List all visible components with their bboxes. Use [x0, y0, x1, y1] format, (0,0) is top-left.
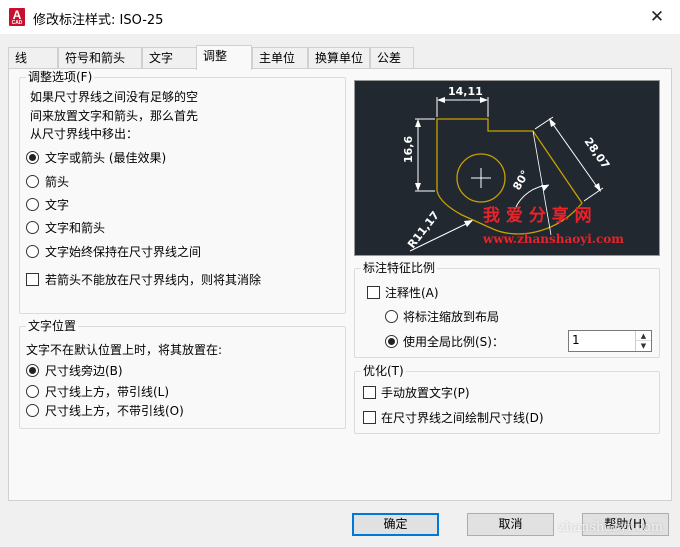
tab-text[interactable]: 文字: [142, 47, 198, 69]
radio-scale-to-layout[interactable]: [385, 310, 398, 323]
fit-options-legend: 调整选项(F): [26, 69, 95, 85]
dimension-preview: 14,11 16,6 28,07 80° R11,17 我 爱 分 享 网 ww…: [354, 80, 660, 256]
manual-place-text-checkbox[interactable]: [363, 386, 376, 399]
radio-text[interactable]: [26, 198, 39, 211]
preview-arrow-top-left: [437, 97, 445, 103]
radio-over-with-leader[interactable]: [26, 385, 39, 398]
radio-beside-dim-line-label[interactable]: 尺寸线旁边(B): [45, 363, 123, 379]
radio-scale-to-layout-label[interactable]: 将标注缩放到布局: [403, 309, 499, 325]
preview-arrow-left-bottom: [415, 183, 421, 191]
preview-watermark-cn: 我 爱 分 享 网: [483, 205, 592, 226]
radio-arrows-label[interactable]: 箭头: [45, 174, 69, 190]
preview-drawing: 14,11 16,6 28,07 80° R11,17 我 爱 分 享 网 ww…: [402, 85, 624, 252]
title-bar: A CAD 修改标注样式: ISO-25 ✕: [0, 0, 680, 34]
preview-arrow-angle: [541, 185, 549, 191]
radio-always-keep-text-label[interactable]: 文字始终保持在尺寸界线之间: [45, 244, 201, 260]
tab-alternate-units[interactable]: 换算单位: [308, 47, 370, 69]
suppress-arrows-checkbox[interactable]: [26, 273, 39, 286]
radio-over-without-leader[interactable]: [26, 404, 39, 417]
close-button[interactable]: ✕: [634, 0, 680, 34]
text-placement-legend: 文字位置: [26, 318, 79, 334]
radio-both-text-and-arrows[interactable]: [26, 221, 39, 234]
global-scale-value[interactable]: 1: [572, 333, 580, 347]
preview-watermark-url: www.zhanshaoyi.com: [482, 232, 624, 246]
preview-dim-angle: 80°: [510, 168, 532, 193]
ok-button[interactable]: 确定: [352, 513, 439, 536]
radio-over-without-leader-label[interactable]: 尺寸线上方，不带引线(O): [45, 403, 184, 419]
radio-arrows[interactable]: [26, 175, 39, 188]
annotative-checkbox[interactable]: [367, 286, 380, 299]
manual-place-text-label[interactable]: 手动放置文字(P): [381, 385, 470, 401]
app-icon-sub: CAD: [11, 20, 23, 26]
preview-arrow-left-top: [415, 119, 421, 127]
global-scale-stepper[interactable]: 1 ▲ ▼: [568, 330, 652, 352]
fit-description-line-1: 如果尺寸界线之间没有足够的空: [30, 90, 199, 104]
scale-features-legend: 标注特征比例: [361, 260, 438, 276]
radio-global-scale-label[interactable]: 使用全局比例(S)：: [403, 334, 504, 350]
suppress-arrows-label[interactable]: 若箭头不能放在尺寸界线内，则将其消除: [45, 272, 261, 288]
annotative-label[interactable]: 注释性(A): [385, 285, 439, 301]
preview-arrow-right-top: [549, 118, 556, 127]
radio-text-or-arrows[interactable]: [26, 151, 39, 164]
radio-always-keep-text[interactable]: [26, 245, 39, 258]
preview-dim-right: 28,07: [582, 135, 613, 171]
autocad-app-icon: A CAD: [9, 8, 25, 26]
tab-fit[interactable]: 调整: [196, 45, 252, 70]
draw-dim-line-between-checkbox[interactable]: [363, 411, 376, 424]
window-title: 修改标注样式: ISO-25: [33, 13, 164, 28]
preview-dim-left: 16,6: [402, 136, 415, 163]
tab-tolerances[interactable]: 公差: [370, 47, 414, 69]
spin-up-icon[interactable]: ▲: [636, 331, 651, 341]
radio-over-with-leader-label[interactable]: 尺寸线上方，带引线(L): [45, 384, 169, 400]
radio-text-label[interactable]: 文字: [45, 197, 69, 213]
watermark-site-text: zhanshaoyi.com: [558, 520, 664, 535]
tab-lines[interactable]: 线: [8, 47, 58, 69]
text-placement-description: 文字不在默认位置上时，将其放置在:: [26, 343, 223, 357]
fit-description-line-3: 从尺寸界线中移出：: [30, 127, 139, 141]
preview-arrow-radius: [464, 220, 473, 227]
spin-down-icon[interactable]: ▼: [636, 341, 651, 351]
preview-dim-top: 14,11: [448, 85, 483, 98]
close-icon: ✕: [649, 7, 665, 27]
radio-both-label[interactable]: 文字和箭头: [45, 220, 105, 236]
radio-beside-dim-line[interactable]: [26, 364, 39, 377]
global-scale-spin-buttons: ▲ ▼: [635, 331, 651, 351]
fine-tuning-legend: 优化(T): [361, 363, 406, 379]
radio-text-or-arrows-label[interactable]: 文字或箭头 (最佳效果): [45, 150, 166, 166]
fit-description-line-2: 间来放置文字和箭头，那么首先: [30, 109, 199, 123]
tab-primary-units[interactable]: 主单位: [252, 47, 308, 69]
tab-symbols-arrows[interactable]: 符号和箭头: [58, 47, 142, 69]
cancel-button[interactable]: 取消: [467, 513, 554, 536]
draw-dim-line-between-label[interactable]: 在尺寸界线之间绘制尺寸线(D): [381, 410, 544, 426]
radio-global-scale[interactable]: [385, 335, 398, 348]
